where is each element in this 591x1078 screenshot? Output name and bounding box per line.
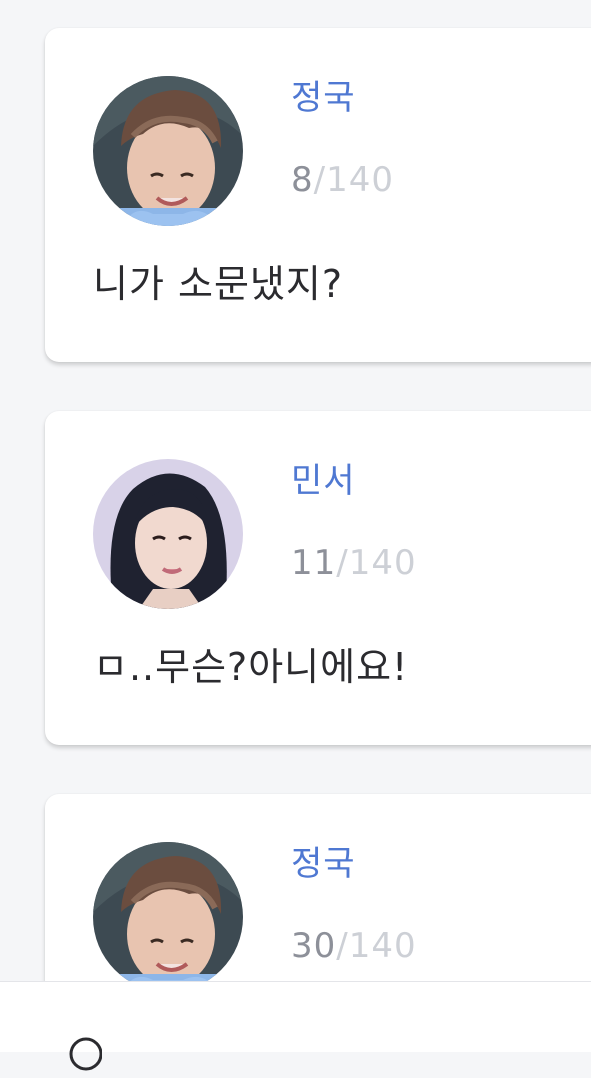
post-card[interactable]: 민서 11/140 ㅁ..무슨?아니에요! [45,411,591,745]
char-count-separator: / [336,926,349,966]
profile-photo-icon [93,459,243,609]
character-count: 8/140 [291,156,394,204]
avatar[interactable] [93,459,243,609]
profile-photo-icon [93,76,243,226]
avatar[interactable] [93,842,243,992]
post-message: ㅁ..무슨?아니에요! [93,645,409,689]
author-name[interactable]: 민서 [291,457,356,505]
char-count-current: 30 [291,926,337,966]
search-icon[interactable] [62,1034,103,1074]
char-count-limit: 140 [348,926,417,966]
bottom-navigation-bar [0,981,591,1071]
char-count-separator: / [313,160,327,200]
char-count-current: 11 [291,543,337,583]
post-card[interactable]: 정국 8/140 니가 소문냈지? [45,28,591,362]
char-count-current: 8 [291,160,314,200]
char-count-limit: 140 [326,160,395,200]
post-message: 니가 소문냈지? [93,262,344,306]
char-count-limit: 140 [348,543,417,583]
post-feed: 정국 8/140 니가 소문냈지? 민서 11/140 ㅁ..무슨?아니에요! [0,0,591,1051]
author-name[interactable]: 정국 [291,840,356,888]
author-name[interactable]: 정국 [291,74,356,122]
char-count-separator: / [336,543,349,583]
character-count: 30/140 [291,922,417,970]
character-count: 11/140 [291,539,417,587]
avatar[interactable] [93,76,243,226]
profile-photo-icon [93,842,243,992]
